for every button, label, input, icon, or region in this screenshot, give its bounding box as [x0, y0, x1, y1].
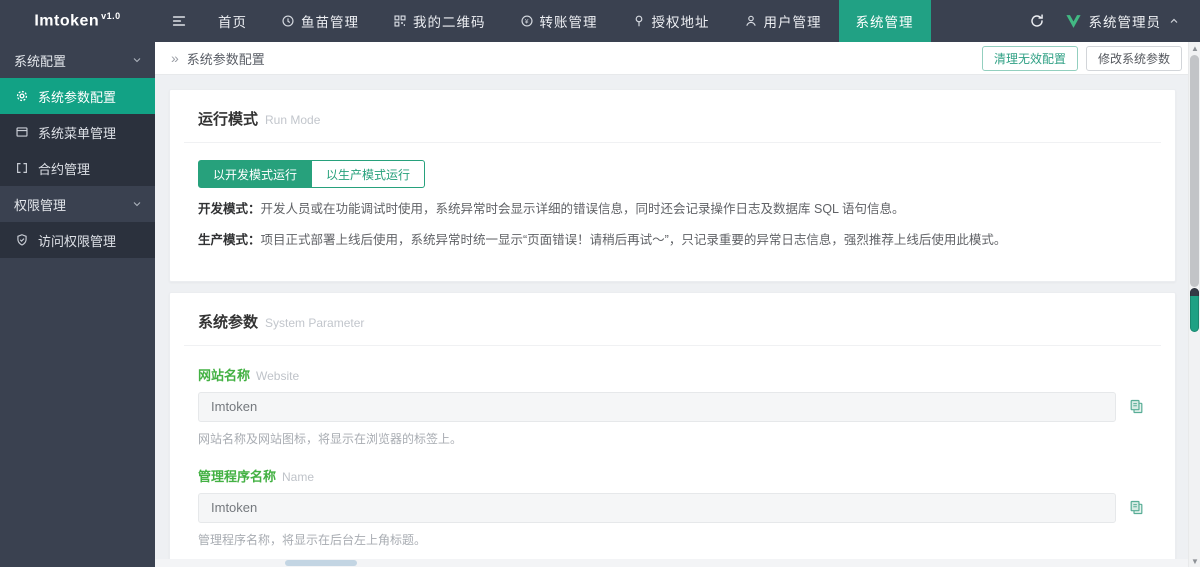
dev-mode-button[interactable]: 以开发模式运行 [198, 160, 312, 188]
website-field-label-en: Website [256, 369, 299, 383]
topbar-buttons: 清理无效配置 修改系统参数 [982, 46, 1182, 71]
breadcrumb: 系统参数配置 [187, 49, 265, 68]
caret-up-icon [1168, 15, 1180, 27]
website-field-label-cn: 网站名称 [198, 368, 250, 383]
sidebar-group-system-config[interactable]: 系统配置 [0, 42, 155, 78]
clock-icon [281, 14, 295, 28]
admin-name-field-row [198, 493, 1147, 523]
app-version: v1.0 [101, 11, 121, 21]
navbar-right: 系统管理员 [1029, 11, 1200, 31]
scrollbar-thumb-inner[interactable] [1190, 288, 1199, 332]
prod-mode-description: 生产模式：项目正式部署上线后使用，系统异常时统一显示“页面错误！请稍后再试～”，… [198, 231, 1147, 250]
app-logo: Imtokenv1.0 [0, 11, 155, 30]
qr-code-icon [393, 14, 407, 28]
nav-item-transfer-management[interactable]: ¥ 转账管理 [503, 0, 615, 42]
location-pin-icon [632, 14, 646, 28]
nav-item-label: 用户管理 [764, 11, 822, 31]
system-params-title: 系统参数 System Parameter [198, 311, 1147, 332]
admin-name-input[interactable] [198, 493, 1116, 523]
nav-item-fry-management[interactable]: 鱼苗管理 [264, 0, 376, 42]
sidebar-group-label: 权限管理 [14, 195, 66, 214]
website-field-label: 网站名称 Website [198, 365, 1147, 384]
nav-item-label: 首页 [218, 11, 247, 31]
nav-item-label: 鱼苗管理 [301, 11, 359, 31]
user-icon [744, 14, 758, 28]
copy-icon[interactable] [1125, 497, 1147, 519]
scroll-up-arrow-icon[interactable]: ▲ [1189, 42, 1200, 54]
prod-mode-button[interactable]: 以生产模式运行 [312, 160, 425, 188]
dev-mode-description: 开发模式：开发人员或在功能调试时使用，系统异常时会显示详细的错误信息，同时还会记… [198, 200, 1147, 219]
run-mode-title-en: Run Mode [265, 113, 320, 127]
nav-item-label: 我的二维码 [413, 11, 486, 31]
run-mode-card: 运行模式 Run Mode 以开发模式运行 以生产模式运行 开发模式：开发人员或在… [169, 89, 1176, 282]
system-params-title-cn: 系统参数 [198, 314, 258, 331]
clean-invalid-config-button[interactable]: 清理无效配置 [982, 46, 1078, 71]
main-content: 运行模式 Run Mode 以开发模式运行 以生产模式运行 开发模式：开发人员或在… [155, 75, 1200, 567]
run-mode-title-cn: 运行模式 [198, 111, 258, 128]
scrollbar-thumb-outer[interactable] [1190, 55, 1199, 287]
scroll-down-arrow-icon[interactable]: ▼ [1189, 555, 1200, 567]
sidebar: 系统配置 系统参数配置 系统菜单管理 合约管理 权限管理 访问权限管理 [0, 42, 155, 567]
contract-icon [15, 161, 29, 175]
dev-mode-description-text: 开发人员或在功能调试时使用，系统异常时会显示详细的错误信息，同时还会记录操作日志… [261, 202, 905, 216]
website-field-help: 网站名称及网站图标，将显示在浏览器的标签上。 [198, 430, 1147, 447]
run-mode-title: 运行模式 Run Mode [198, 108, 1147, 129]
user-menu[interactable]: 系统管理员 [1065, 11, 1181, 31]
chevron-down-icon [131, 198, 143, 210]
sidebar-group-permissions[interactable]: 权限管理 [0, 186, 155, 222]
admin-name-field-help: 管理程序名称，将显示在后台左上角标题。 [198, 531, 1147, 548]
divider [184, 142, 1161, 143]
admin-name-field-label-en: Name [282, 470, 314, 484]
username-label: 系统管理员 [1089, 11, 1162, 31]
nav-item-my-qrcode[interactable]: 我的二维码 [376, 0, 503, 42]
prod-mode-description-label: 生产模式： [198, 233, 261, 247]
prod-mode-description-text: 项目正式部署上线后使用，系统异常时统一显示“页面错误！请稍后再试～”，只记录重要… [261, 233, 1007, 247]
admin-name-field-label: 管理程序名称 Name [198, 466, 1147, 485]
app-logo-text: Imtoken [34, 13, 99, 30]
gear-icon [15, 89, 29, 103]
dev-mode-description-label: 开发模式： [198, 202, 261, 216]
nav-item-label: 转账管理 [540, 11, 598, 31]
v-logo-icon [1065, 14, 1082, 29]
sidebar-item-contract[interactable]: 合约管理 [0, 150, 155, 186]
nav-item-user-management[interactable]: 用户管理 [727, 0, 839, 42]
sidebar-item-system-menu[interactable]: 系统菜单管理 [0, 114, 155, 150]
modify-system-params-button[interactable]: 修改系统参数 [1086, 46, 1182, 71]
website-field-row [198, 392, 1147, 422]
chevron-down-icon [131, 54, 143, 66]
nav-item-home[interactable]: 首页 [201, 0, 264, 42]
sidebar-item-label: 系统菜单管理 [38, 123, 116, 142]
system-params-card: 系统参数 System Parameter 网站名称 Website 网站名称及网站… [169, 292, 1176, 567]
horizontal-scrollbar[interactable] [155, 559, 1188, 567]
navbar-menu: 首页 鱼苗管理 我的二维码 ¥ 转账管理 授权地址 [201, 0, 931, 42]
divider [184, 345, 1161, 346]
yen-circle-icon: ¥ [520, 14, 534, 28]
sidebar-item-system-params[interactable]: 系统参数配置 [0, 78, 155, 114]
menu-card-icon [15, 125, 29, 139]
sidebar-item-access-permission[interactable]: 访问权限管理 [0, 222, 155, 258]
nav-item-label: 系统管理 [856, 11, 914, 31]
breadcrumb-bar: » 系统参数配置 清理无效配置 修改系统参数 [155, 42, 1200, 75]
svg-text:¥: ¥ [524, 18, 528, 25]
refresh-icon[interactable] [1029, 13, 1045, 29]
sidebar-group-label: 系统配置 [14, 51, 66, 70]
nav-item-authorized-address[interactable]: 授权地址 [615, 0, 727, 42]
horizontal-scrollbar-thumb[interactable] [285, 560, 357, 566]
system-params-title-en: System Parameter [265, 316, 364, 330]
copy-icon[interactable] [1125, 396, 1147, 418]
vertical-scrollbar[interactable]: ▲ ▼ [1188, 42, 1200, 567]
sidebar-item-label: 访问权限管理 [38, 231, 116, 250]
sidebar-item-label: 系统参数配置 [38, 87, 116, 106]
hamburger-icon[interactable] [171, 13, 187, 29]
run-mode-toggle: 以开发模式运行 以生产模式运行 [198, 160, 425, 188]
shield-check-icon [15, 233, 29, 247]
nav-item-label: 授权地址 [652, 11, 710, 31]
sidebar-item-label: 合约管理 [38, 159, 90, 178]
website-input[interactable] [198, 392, 1116, 422]
nav-item-system-management[interactable]: 系统管理 [839, 0, 931, 42]
top-navbar: Imtokenv1.0 首页 鱼苗管理 我的二维码 ¥ 转账管理 [0, 0, 1200, 42]
breadcrumb-arrow-icon: » [171, 50, 179, 66]
admin-name-field-label-cn: 管理程序名称 [198, 469, 276, 484]
